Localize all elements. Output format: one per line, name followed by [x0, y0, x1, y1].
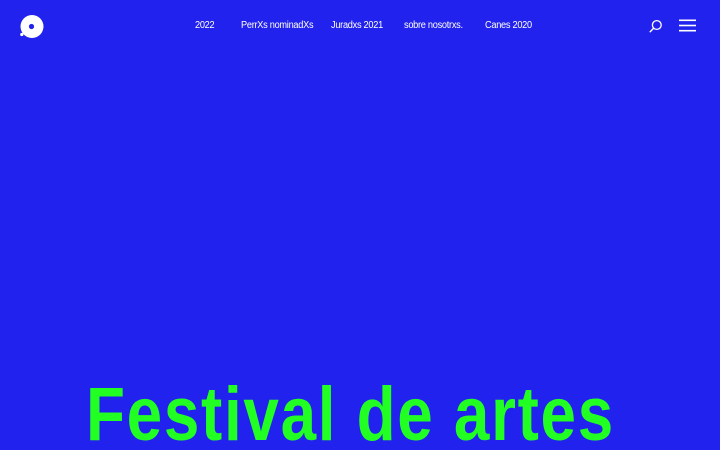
hamburger-menu-icon[interactable] [679, 18, 696, 33]
nav-item-2022[interactable]: 2022 [195, 19, 215, 33]
nav-item-sobre-nosotros[interactable]: sobre nosotrxs. [404, 19, 463, 33]
main-nav: 2022 PerrXs nominadXs Juradxs 2021 sobre… [0, 19, 720, 35]
nav-item-canes-2020[interactable]: Canes 2020 [485, 19, 532, 33]
hero-title: Festival de artes [86, 372, 615, 450]
nav-item-jurados[interactable]: Juradxs 2021 [331, 19, 383, 33]
nav-item-nominados[interactable]: PerrXs nominadXs [241, 19, 314, 33]
site-header: 2022 PerrXs nominadXs Juradxs 2021 sobre… [0, 0, 720, 52]
search-icon[interactable] [649, 19, 663, 33]
page: 2022 PerrXs nominadXs Juradxs 2021 sobre… [0, 0, 720, 450]
